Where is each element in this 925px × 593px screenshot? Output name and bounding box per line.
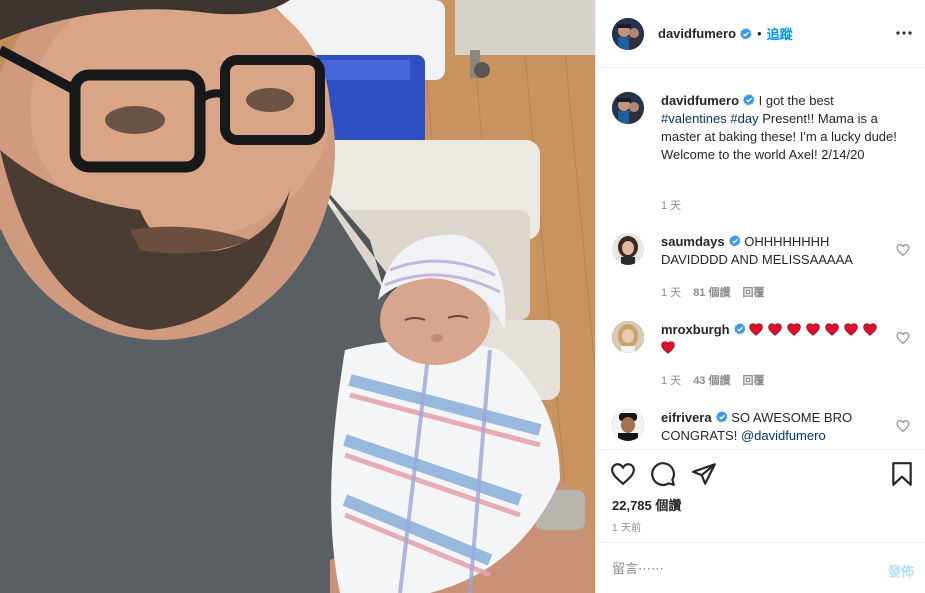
comment-username[interactable]: mroxburgh	[661, 322, 730, 337]
red-heart-emoji	[863, 323, 878, 336]
caption-avatar-icon	[612, 92, 644, 124]
red-heart-emoji	[661, 341, 675, 354]
more-horizontal-icon	[896, 31, 912, 35]
bookmark-icon[interactable]	[889, 461, 915, 487]
red-heart-emoji	[749, 323, 764, 336]
comments-list[interactable]: davidfumero I got the best #valentines #…	[596, 69, 925, 449]
comment-like-icon[interactable]	[896, 419, 910, 433]
caption-username[interactable]: davidfumero	[661, 93, 739, 108]
post-photo-illustration	[0, 0, 595, 593]
post-side-panel: davidfumero • 追蹤 davidfumero I got the b…	[595, 0, 925, 593]
verified-badge-icon	[728, 235, 741, 247]
red-heart-emoji	[825, 323, 840, 336]
comment-icon[interactable]	[650, 461, 676, 487]
caption-avatar[interactable]	[612, 92, 644, 124]
comment-username[interactable]: saumdays	[661, 234, 725, 249]
comment-avatar[interactable]	[612, 321, 644, 353]
reply-button[interactable]: 回覆	[742, 284, 764, 300]
caption-timestamp[interactable]: 1 天	[661, 197, 681, 213]
caption-meta: 1 天	[661, 197, 681, 213]
verified-badge-icon	[743, 94, 755, 106]
comment-input[interactable]	[612, 558, 862, 578]
caption-text: davidfumero I got the best #valentines #…	[661, 92, 897, 164]
red-heart-emoji	[768, 323, 783, 336]
likes-count[interactable]: 22,785 個讚	[612, 495, 681, 514]
follow-button[interactable]: 追蹤	[767, 24, 793, 43]
separator-dot: •	[757, 26, 762, 41]
caption-text-part: I got the best	[755, 93, 834, 108]
red-heart-emoji	[806, 323, 821, 336]
comment-meta: 1 天 81 個讚 回覆	[661, 284, 764, 300]
author-avatar[interactable]	[612, 17, 644, 50]
verified-badge-icon	[733, 323, 746, 335]
more-options-button[interactable]	[894, 23, 914, 43]
comment-likes[interactable]: 81 個讚	[693, 284, 730, 300]
author-avatar-icon	[612, 17, 644, 50]
post-photo[interactable]	[0, 0, 595, 593]
hashtag-day[interactable]: #day	[730, 111, 758, 126]
comment-avatar[interactable]	[612, 409, 644, 441]
add-comment-bar: 發佈	[596, 542, 925, 593]
comment-text: eifrivera SO AWESOME BRO CONGRATS! @davi…	[661, 409, 897, 445]
comment-likes[interactable]: 43 個讚	[693, 372, 730, 388]
verified-badge-icon	[715, 411, 728, 423]
heart-icon[interactable]	[610, 461, 636, 487]
paper-plane-icon[interactable]	[691, 461, 717, 487]
verified-badge-icon	[740, 27, 752, 39]
comment-timestamp[interactable]: 1 天	[661, 284, 681, 300]
comment-like-icon[interactable]	[896, 243, 910, 257]
post-header: davidfumero • 追蹤	[596, 0, 925, 68]
header-username[interactable]: davidfumero	[658, 26, 736, 41]
comment-timestamp[interactable]: 1 天	[661, 372, 681, 388]
post-comment-button[interactable]: 發佈	[888, 561, 914, 580]
instagram-post-modal: davidfumero • 追蹤 davidfumero I got the b…	[0, 0, 925, 593]
red-heart-emoji	[844, 323, 859, 336]
comment-text: saumdays OHHHHHHHH DAVIDDDD AND MELISSAA…	[661, 233, 897, 269]
red-heart-emoji	[787, 323, 802, 336]
comment-like-icon[interactable]	[896, 331, 910, 345]
comment-text: mroxburgh	[661, 321, 897, 357]
comment-meta: 1 天 43 個讚 回覆	[661, 372, 764, 388]
commenter-avatar-icon	[612, 233, 644, 265]
comment-username[interactable]: eifrivera	[661, 410, 712, 425]
post-timestamp[interactable]: 1 天前	[612, 519, 642, 534]
post-actions: 22,785 個讚 1 天前	[596, 449, 925, 542]
hashtag-valentines[interactable]: #valentines	[661, 111, 727, 126]
reply-button[interactable]: 回覆	[742, 372, 764, 388]
commenter-avatar-icon	[612, 321, 644, 353]
commenter-avatar-icon	[612, 409, 644, 441]
header-user-line: davidfumero • 追蹤	[658, 24, 793, 43]
mention-link[interactable]: @davidfumero	[741, 428, 826, 443]
comment-avatar[interactable]	[612, 233, 644, 265]
